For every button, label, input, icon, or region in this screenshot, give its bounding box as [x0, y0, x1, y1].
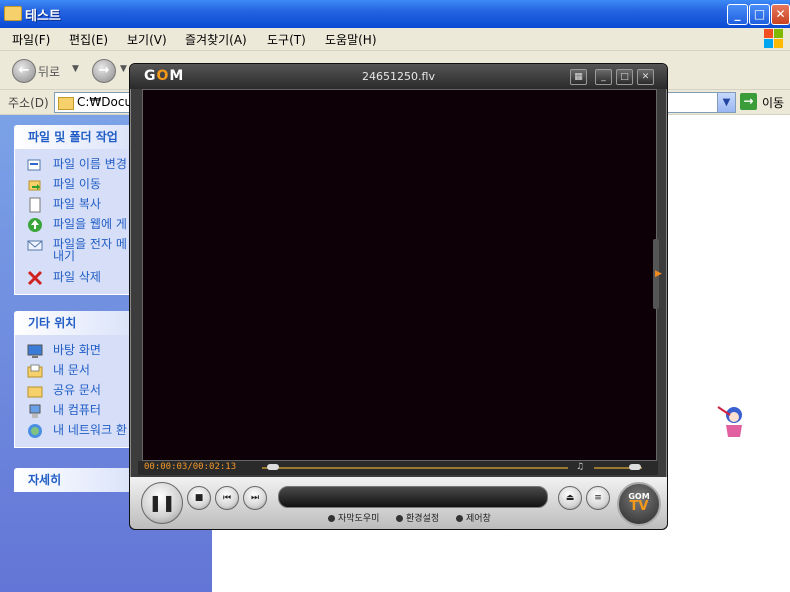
- window-titlebar: 테스트 _ □ ✕: [0, 0, 790, 28]
- menu-view[interactable]: 보기(V): [127, 31, 167, 48]
- open-file-button[interactable]: ⏏: [558, 486, 582, 510]
- player-close-button[interactable]: ✕: [637, 69, 654, 85]
- forward-arrow-icon[interactable]: →: [92, 59, 116, 83]
- volume-icon[interactable]: ♫: [576, 462, 584, 472]
- playlist-button[interactable]: ≡: [586, 486, 610, 510]
- subtitle-helper-link[interactable]: 자막도우미: [328, 511, 379, 524]
- copy-icon: [29, 197, 41, 213]
- seek-row: 00:00:03/00:02:13 ♫: [138, 461, 658, 475]
- go-button[interactable]: 이동: [762, 94, 784, 111]
- task-label: 파일 이름 변경: [53, 157, 127, 171]
- window-title: 테스트: [25, 9, 61, 24]
- back-dropdown-icon[interactable]: ▼: [72, 64, 79, 74]
- place-label: 내 컴퓨터: [53, 403, 101, 417]
- menu-tools[interactable]: 도구(T): [267, 31, 306, 48]
- delete-icon: [27, 270, 43, 286]
- my-computer-icon: [29, 404, 41, 418]
- previous-button[interactable]: ⏮: [215, 486, 239, 510]
- link-label: 제어창: [466, 514, 491, 524]
- back-arrow-icon[interactable]: ←: [12, 59, 36, 83]
- address-value[interactable]: C:₩Docu: [77, 95, 132, 109]
- link-label: 환경설정: [406, 514, 440, 524]
- player-maximize-button[interactable]: □: [616, 69, 633, 85]
- task-label: 파일 삭제: [53, 270, 101, 284]
- gomtv-badge-bottom: TV: [629, 499, 649, 514]
- desktop-icon: [27, 344, 43, 358]
- web-publish-icon: [28, 218, 42, 232]
- fullscreen-icon[interactable]: ▦: [570, 69, 587, 85]
- pause-button[interactable]: ❚❚: [141, 482, 183, 524]
- next-button[interactable]: ⏭: [243, 486, 267, 510]
- close-button[interactable]: ✕: [771, 4, 790, 25]
- menu-favorites[interactable]: 즐겨찾기(A): [185, 31, 247, 48]
- rename-icon: [27, 159, 41, 171]
- my-documents-icon: [27, 364, 43, 378]
- address-folder-icon: [58, 97, 74, 110]
- expand-arrow-icon[interactable]: ▶: [655, 269, 662, 279]
- preferences-link[interactable]: 환경설정: [396, 511, 439, 524]
- task-label: 파일을 웹에 게: [53, 217, 127, 231]
- place-label: 내 문서: [53, 363, 90, 377]
- task-label: 파일 이동: [53, 177, 101, 191]
- player-titlebar[interactable]: GOM 24651250.flv ▦ _ □ ✕: [130, 64, 667, 89]
- gom-player-window[interactable]: GOM 24651250.flv ▦ _ □ ✕ ▶ 00:00:03/00:0…: [129, 63, 668, 530]
- seek-knob[interactable]: [267, 464, 280, 470]
- network-icon: [28, 424, 42, 438]
- control-window-link[interactable]: 제어창: [456, 511, 491, 524]
- seek-bar[interactable]: [262, 467, 568, 469]
- maximize-button[interactable]: □: [749, 4, 770, 25]
- volume-knob[interactable]: [628, 464, 641, 470]
- playback-time: 00:00:03/00:02:13: [144, 462, 237, 472]
- player-minimize-button[interactable]: _: [595, 69, 612, 85]
- minimize-button[interactable]: _: [727, 4, 748, 25]
- bullet-icon: [396, 515, 403, 522]
- windows-logo-icon: [764, 29, 784, 49]
- stop-button[interactable]: ■: [187, 486, 211, 510]
- link-label: 자막도우미: [338, 514, 380, 524]
- address-dropdown-icon[interactable]: ▼: [717, 93, 735, 112]
- task-label-continued: 내기: [53, 249, 76, 263]
- menu-bar: 파일(F) 편집(E) 보기(V) 즐겨찾기(A) 도구(T) 도움말(H): [0, 28, 790, 51]
- place-label: 공유 문서: [53, 383, 101, 397]
- status-display: [278, 486, 548, 508]
- email-icon: [27, 240, 43, 251]
- bullet-icon: [456, 515, 463, 522]
- video-screen[interactable]: [142, 89, 657, 461]
- move-icon: [28, 180, 41, 191]
- go-arrow-icon[interactable]: →: [740, 93, 757, 110]
- menu-file[interactable]: 파일(F): [12, 31, 50, 48]
- menu-edit[interactable]: 편집(E): [69, 31, 108, 48]
- menu-help[interactable]: 도움말(H): [325, 31, 377, 48]
- place-label: 내 네트워크 환: [53, 423, 127, 437]
- bullet-icon: [328, 515, 335, 522]
- gomtv-button[interactable]: GOM TV: [617, 482, 661, 526]
- control-panel: ❚❚ ■ ⏮ ⏭ ⏏ ≡ GOM TV 자막도우미 환경설정 제어창: [130, 477, 667, 529]
- back-button-label[interactable]: 뒤로: [38, 63, 60, 80]
- folder-icon: [4, 6, 22, 21]
- address-label: 주소(D): [8, 96, 49, 110]
- task-label: 파일 복사: [53, 197, 101, 211]
- forward-dropdown-icon[interactable]: ▼: [120, 64, 127, 74]
- shared-documents-icon: [27, 386, 43, 398]
- desktop-character-icon[interactable]: [716, 403, 752, 439]
- place-label: 바탕 화면: [53, 343, 101, 357]
